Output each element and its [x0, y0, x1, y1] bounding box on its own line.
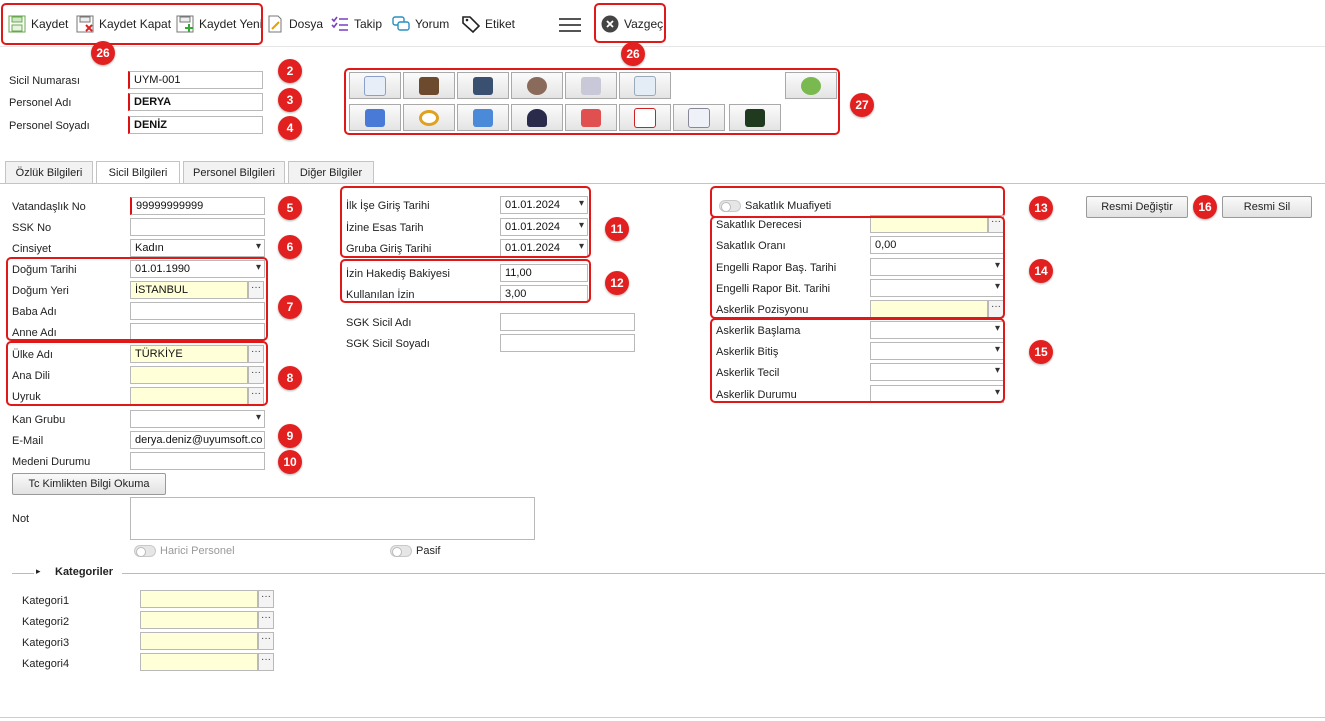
last-name-input[interactable]: DENİZ: [128, 116, 263, 134]
tag-label: Etiket: [485, 17, 516, 31]
marital-label: Medeni Durumu: [12, 456, 91, 468]
highlight-military-group: [710, 318, 1005, 403]
highlight-leave-group: [340, 259, 591, 303]
badge: 12: [605, 271, 629, 295]
badge: 3: [278, 88, 302, 112]
category1-lookup-button[interactable]: ···: [258, 590, 274, 608]
change-photo-button[interactable]: Resmi Değiştir: [1086, 196, 1188, 218]
badge: 15: [1029, 340, 1053, 364]
tab-personnel[interactable]: Personel Bilgileri: [183, 161, 285, 183]
highlight-cancel: [594, 3, 666, 43]
badge: 11: [605, 217, 629, 241]
email-label: E-Mail: [12, 435, 44, 447]
category3-lookup-button[interactable]: ···: [258, 632, 274, 650]
tab-other[interactable]: Diğer Bilgiler: [288, 161, 374, 183]
badge: 5: [278, 196, 302, 220]
email-input[interactable]: derya.deniz@uyumsoft.co: [130, 431, 265, 449]
categories-divider-right: [122, 573, 1325, 574]
sgk-name-input[interactable]: [500, 313, 635, 331]
comment-label: Yorum: [415, 17, 450, 31]
badge: 27: [850, 93, 874, 117]
category-label: Kategori2: [22, 616, 70, 628]
delete-photo-button[interactable]: Resmi Sil: [1222, 196, 1312, 218]
badge: 7: [278, 295, 302, 319]
follow-button[interactable]: Takip: [331, 10, 382, 38]
category4-input[interactable]: [140, 653, 258, 671]
comment-icon: [392, 16, 410, 31]
passive-toggle[interactable]: [390, 545, 412, 557]
tc-read-button[interactable]: Tc Kimlikten Bilgi Okuma: [12, 473, 166, 495]
category1-input[interactable]: [140, 590, 258, 608]
first-name-label: Personel Adı: [9, 97, 72, 109]
category2-lookup-button[interactable]: ···: [258, 611, 274, 629]
categories-divider-left: [12, 573, 34, 574]
badge: 26: [621, 42, 645, 66]
sgk-surname-input[interactable]: [500, 334, 635, 352]
category-label: Kategori3: [22, 637, 70, 649]
external-toggle[interactable]: [134, 545, 156, 557]
note-textarea[interactable]: [130, 497, 535, 540]
gender-select[interactable]: Kadın: [130, 239, 265, 257]
marital-input[interactable]: [130, 452, 265, 470]
external-label: Harici Personel: [160, 545, 235, 557]
highlight-nation-group: [6, 341, 268, 406]
bottom-border: [0, 717, 1325, 718]
ssk-input[interactable]: [130, 218, 265, 236]
badge: 26: [91, 41, 115, 65]
category4-lookup-button[interactable]: ···: [258, 653, 274, 671]
tab-divider: [0, 183, 1325, 184]
blood-select[interactable]: [130, 410, 265, 428]
blood-label: Kan Grubu: [12, 414, 66, 426]
citizen-no-input[interactable]: 99999999999: [130, 197, 265, 215]
gender-value: Kadın: [135, 242, 164, 254]
badge: 16: [1193, 195, 1217, 219]
highlight-dates-group: [340, 186, 591, 258]
file-button[interactable]: Dosya: [266, 10, 323, 38]
first-name-input[interactable]: DERYA: [128, 93, 263, 111]
expand-caret-icon[interactable]: ▸: [36, 566, 41, 577]
citizen-no-label: Vatandaşlık No: [12, 201, 86, 213]
registry-no-label: Sicil Numarası: [9, 75, 80, 87]
tag-button[interactable]: Etiket: [462, 10, 515, 38]
registry-no-input[interactable]: UYM-001: [128, 71, 263, 89]
sgk-surname-label: SGK Sicil Soyadı: [346, 338, 430, 350]
badge: 10: [278, 450, 302, 474]
tab-personal-file[interactable]: Özlük Bilgileri: [5, 161, 93, 183]
menu-icon[interactable]: [559, 18, 581, 32]
checklist-icon: [331, 16, 348, 31]
file-edit-icon: [268, 15, 282, 33]
ssk-label: SSK No: [12, 222, 52, 234]
note-label: Not: [12, 513, 30, 525]
highlight-birth-group: [6, 257, 268, 341]
sgk-name-label: SGK Sicil Adı: [346, 317, 412, 329]
highlight-disability-group: [710, 216, 1005, 319]
tab-registry[interactable]: Sicil Bilgileri: [96, 161, 180, 184]
badge: 14: [1029, 259, 1053, 283]
badge: 6: [278, 235, 302, 259]
category-label: Kategori1: [22, 595, 70, 607]
follow-label: Takip: [354, 17, 383, 31]
badge: 9: [278, 424, 302, 448]
highlight-save-group: [1, 3, 263, 45]
highlight-icon-grid: [344, 68, 840, 135]
badge: 13: [1029, 196, 1053, 220]
gender-label: Cinsiyet: [12, 243, 52, 255]
comment-button[interactable]: Yorum: [392, 10, 449, 38]
passive-label: Pasif: [416, 545, 441, 557]
category2-input[interactable]: [140, 611, 258, 629]
badge: 8: [278, 366, 302, 390]
file-label: Dosya: [289, 17, 324, 31]
badge: 4: [278, 116, 302, 140]
tag-icon: [462, 16, 480, 33]
highlight-exempt: [710, 186, 1005, 218]
category-label: Kategori4: [22, 658, 70, 670]
last-name-label: Personel Soyadı: [9, 120, 90, 132]
categories-title: Kategoriler: [55, 566, 114, 578]
badge: 2: [278, 59, 302, 83]
category3-input[interactable]: [140, 632, 258, 650]
